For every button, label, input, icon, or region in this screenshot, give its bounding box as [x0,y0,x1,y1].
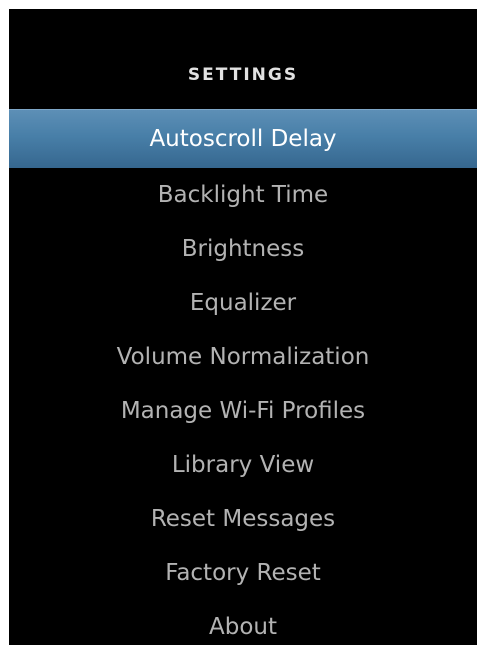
menu-item-about[interactable]: About [9,600,477,645]
menu-item-reset-messages[interactable]: Reset Messages [9,492,477,546]
menu-item-volume-normalization[interactable]: Volume Normalization [9,330,477,384]
menu-item-brightness[interactable]: Brightness [9,222,477,276]
menu-item-backlight-time[interactable]: Backlight Time [9,168,477,222]
page-title: SETTINGS [187,65,299,85]
menu-item-autoscroll-delay[interactable]: Autoscroll Delay [9,109,477,168]
settings-menu: Autoscroll Delay Backlight Time Brightne… [9,109,477,645]
settings-screen: SETTINGS Autoscroll Delay Backlight Time… [9,9,477,645]
menu-item-library-view[interactable]: Library View [9,438,477,492]
menu-item-equalizer[interactable]: Equalizer [9,276,477,330]
menu-item-factory-reset[interactable]: Factory Reset [9,546,477,600]
menu-item-manage-wifi-profiles[interactable]: Manage Wi-Fi Profiles [9,384,477,438]
